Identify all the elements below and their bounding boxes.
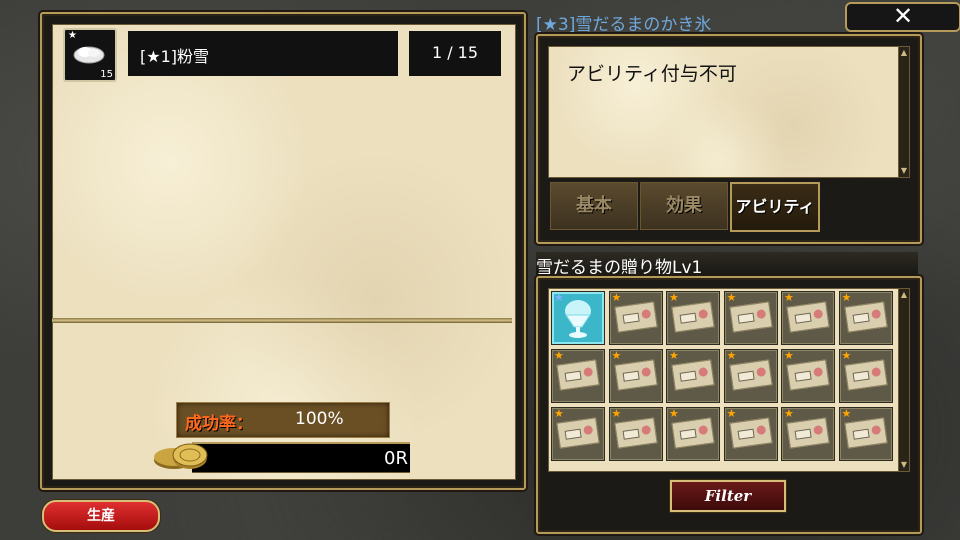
scroll-down-icon[interactable]: ▼: [899, 165, 909, 177]
recipe-item[interactable]: ★: [551, 407, 605, 461]
rarity-star-icon: ★: [841, 407, 852, 420]
recipe-item[interactable]: ★: [608, 407, 663, 461]
recipe-panel: ★ ★ ★ ★ ★ ★ ★ ★ ★ ★ ★ ★ ★ ★ ★ ★ ★ ★ ▲ ▼ Filter: [536, 276, 922, 534]
ticket-icon: [728, 301, 773, 333]
detail-text-area: アビリティ付与不可: [548, 46, 900, 178]
detail-scrollbar[interactable]: ▲ ▼: [898, 46, 910, 178]
tab-label: 効果: [666, 195, 702, 216]
recipe-item[interactable]: ★: [551, 291, 605, 345]
recipe-item[interactable]: ★: [608, 349, 663, 403]
material-name-bar: [★1]粉雪: [128, 31, 398, 76]
ticket-icon: [671, 301, 715, 333]
recipe-item[interactable]: ★: [781, 349, 835, 403]
item-quantity-badge: 15: [100, 69, 113, 80]
rarity-star-icon: ★: [669, 349, 679, 362]
tab-effect[interactable]: 効果: [640, 182, 728, 230]
recipe-item[interactable]: ★: [551, 349, 605, 403]
material-slot[interactable]: ★ 15: [63, 28, 117, 82]
rarity-star-icon: ★: [784, 407, 794, 420]
produce-button[interactable]: 生産: [42, 500, 160, 532]
rarity-star-icon: ★: [726, 291, 737, 304]
scroll-up-icon[interactable]: ▲: [899, 47, 909, 59]
recipe-item[interactable]: ★: [838, 291, 893, 345]
rarity-star-icon: ★: [554, 349, 564, 362]
ticket-icon: [786, 359, 830, 391]
ticket-icon: [613, 359, 658, 391]
scroll-up-icon[interactable]: ▲: [899, 289, 909, 301]
tab-label: 基本: [576, 195, 612, 216]
coin-icon: [154, 443, 208, 469]
ticket-icon: [556, 359, 600, 391]
panel-divider: [52, 318, 512, 323]
rarity-star-icon: ★: [784, 291, 794, 304]
powder-snow-icon: [73, 46, 105, 64]
ticket-icon: [843, 359, 888, 391]
recipe-title: 雪だるまの贈り物Lv1: [536, 258, 703, 278]
shaved-ice-icon: [565, 300, 591, 338]
material-count: 1 / 15: [431, 43, 479, 62]
recipe-title-bar: 雪だるまの贈り物Lv1: [536, 252, 918, 278]
rarity-star-icon: ★: [669, 407, 679, 420]
ticket-icon: [671, 417, 715, 449]
rarity-star-icon: ★: [611, 291, 622, 304]
rarity-star-icon: ★: [68, 30, 77, 41]
detail-panel: アビリティ付与不可 ▲ ▼ 基本 効果 アビリティ: [536, 34, 922, 244]
recipe-item[interactable]: ★: [781, 291, 835, 345]
rarity-star-icon: ★: [841, 291, 852, 304]
recipe-item[interactable]: ★: [723, 407, 778, 461]
rarity-star-icon: ★: [784, 349, 794, 362]
rarity-star-icon: ★: [611, 407, 622, 420]
ticket-icon: [843, 417, 888, 449]
cost-bar: 0R: [192, 442, 410, 473]
rarity-star-icon: ★: [841, 349, 852, 362]
ticket-icon: [786, 417, 830, 449]
recipe-item[interactable]: ★: [608, 291, 663, 345]
ticket-icon: [786, 301, 830, 333]
recipe-item[interactable]: ★: [838, 407, 893, 461]
ticket-icon: [671, 359, 715, 391]
recipe-scrollbar[interactable]: ▲ ▼: [898, 288, 910, 472]
recipe-item[interactable]: ★: [666, 291, 720, 345]
ticket-icon: [728, 417, 773, 449]
filter-button[interactable]: Filter: [670, 480, 786, 512]
tab-basic[interactable]: 基本: [550, 182, 638, 230]
ticket-icon: [843, 301, 888, 333]
success-rate-label: 成功率：: [185, 414, 253, 434]
ticket-icon: [728, 359, 773, 391]
close-icon: ✕: [892, 2, 914, 30]
recipe-item[interactable]: ★: [781, 407, 835, 461]
recipe-item[interactable]: ★: [723, 291, 778, 345]
rarity-star-icon: ★: [554, 407, 564, 420]
ticket-icon: [613, 301, 658, 333]
rarity-star-icon: ★: [669, 291, 679, 304]
recipe-item[interactable]: ★: [666, 407, 720, 461]
recipe-item[interactable]: ★: [723, 349, 778, 403]
scroll-down-icon[interactable]: ▼: [899, 459, 909, 471]
detail-text: アビリティ付与不可: [567, 63, 737, 85]
tab-ability[interactable]: アビリティ: [730, 182, 820, 232]
recipe-grid: ★ ★ ★ ★ ★ ★ ★ ★ ★ ★ ★ ★ ★ ★ ★ ★ ★ ★: [548, 288, 900, 472]
material-name: [★1]粉雪: [140, 47, 210, 66]
ticket-icon: [556, 417, 600, 449]
cost-value: 0R: [384, 448, 408, 469]
tab-label: アビリティ: [735, 197, 815, 216]
ticket-icon: [613, 417, 658, 449]
rarity-star-icon: ★: [611, 349, 622, 362]
success-rate-value: 100%: [295, 409, 344, 429]
success-rate-box: 成功率： 100%: [176, 402, 390, 438]
material-count-bar: 1 / 15: [409, 31, 501, 76]
rarity-star-icon: ★: [726, 349, 737, 362]
recipe-item[interactable]: ★: [666, 349, 720, 403]
recipe-item[interactable]: ★: [838, 349, 893, 403]
detail-title: [★3]雪だるまのかき氷: [536, 15, 712, 35]
rarity-star-icon: ★: [726, 407, 737, 420]
close-button[interactable]: ✕: [845, 2, 960, 32]
